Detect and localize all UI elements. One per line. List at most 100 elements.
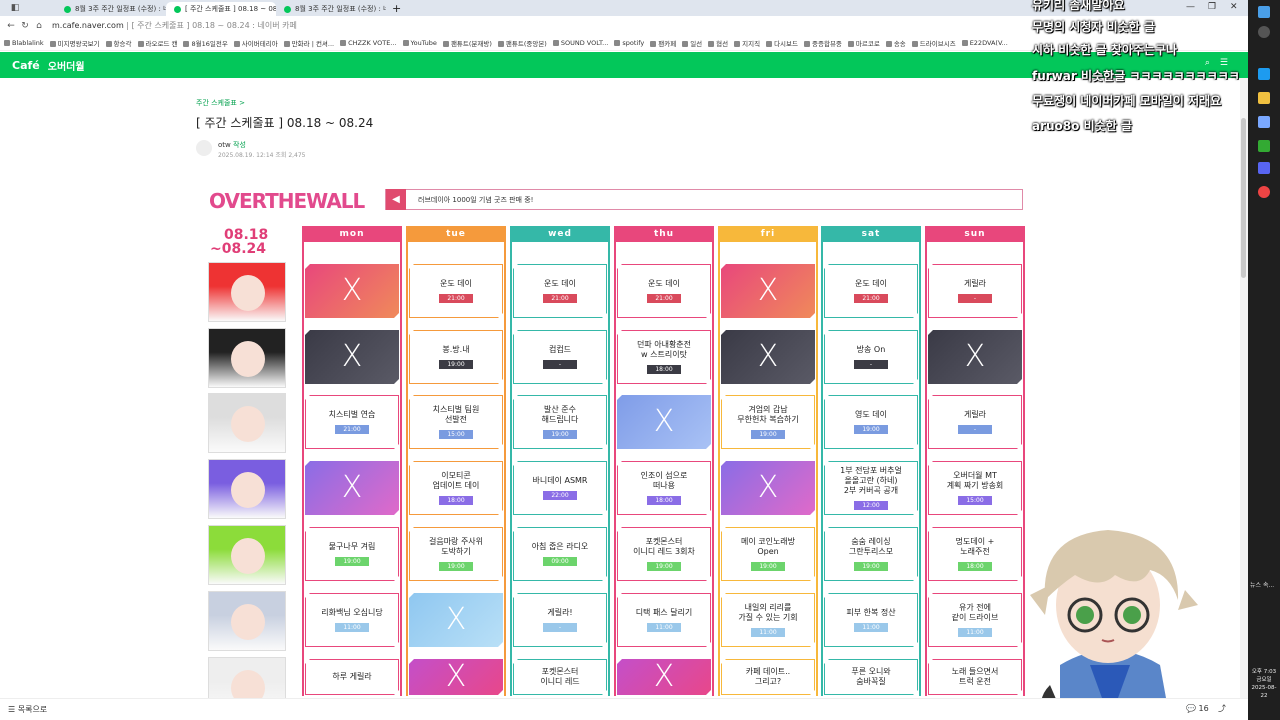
- bookmark-favicon-icon: [233, 40, 240, 47]
- reload-icon[interactable]: ↻: [18, 21, 32, 31]
- maximize-button[interactable]: ❐: [1208, 2, 1216, 12]
- schedule-cell: 게릴라 -: [928, 264, 1022, 318]
- windows-start-icon[interactable]: [1258, 6, 1270, 18]
- bookmark-item[interactable]: 마르코로: [847, 38, 880, 48]
- bookmark-item[interactable]: 지지직: [734, 38, 760, 48]
- discord-icon[interactable]: [1258, 162, 1270, 174]
- bookmark-item[interactable]: YouTube: [402, 39, 437, 47]
- bookmark-item[interactable]: 8월16일전우: [183, 38, 228, 48]
- url-field[interactable]: m.cafe.naver.com | [ 주간 스케줄표 ] 08.18 ~ 0…: [52, 20, 297, 31]
- naver-cafe-favicon: [174, 5, 181, 13]
- minimize-button[interactable]: —: [1186, 2, 1195, 12]
- bookmark-favicon-icon: [911, 40, 918, 47]
- twitter-icon[interactable]: [1258, 68, 1270, 80]
- bookmark-item[interactable]: 팬튜트(분재방): [442, 38, 492, 48]
- new-tab-button[interactable]: +: [392, 2, 401, 15]
- schedule-cell-off: X: [409, 593, 503, 647]
- bookmark-favicon-icon: [885, 40, 892, 47]
- back-icon[interactable]: ←: [4, 21, 18, 31]
- megaphone-icon: ◀: [386, 189, 406, 210]
- post-author[interactable]: otw 작성: [218, 140, 246, 150]
- list-button[interactable]: ☰ 목록으로: [8, 704, 47, 715]
- close-window-button[interactable]: ✕: [1230, 2, 1238, 12]
- bookmark-item[interactable]: 라오로드 캔: [137, 38, 177, 48]
- bookmark-label: 사이버테리아: [241, 39, 278, 48]
- schedule-cell: 내일의 리리를 가질 수 있는 기회 11:00: [721, 593, 815, 647]
- schedule-title: 운도 데이: [648, 279, 680, 288]
- schedule-title: 하루 게릴라: [332, 672, 372, 681]
- os-taskbar: 뉴스 속... 오후 7:03 금요일 2025-08-22: [1248, 0, 1280, 720]
- bookmark-item[interactable]: 일선: [682, 38, 702, 48]
- app-icon[interactable]: [1258, 92, 1270, 104]
- date-start: 08.18: [224, 227, 269, 243]
- notice-banner: ◀ 러브데이아 1000일 기념 굿즈 판매 중!: [385, 189, 1023, 210]
- schedule-cell: 1부 전담포 버추얼 올올고란 (하네) 2부 커버곡 공개 12:00: [824, 461, 918, 515]
- bookmark-label: spotify: [622, 38, 645, 47]
- cafe-name[interactable]: 오버더월: [48, 58, 85, 73]
- schedule-cell: 걸음마랑 주사위 도박하기 19:00: [409, 527, 503, 581]
- bookmark-item[interactable]: Blablalink: [4, 39, 44, 47]
- bookmark-item[interactable]: CHZZK VOTE...: [340, 39, 397, 47]
- bookmark-item[interactable]: E22DVA(V...: [961, 39, 1008, 47]
- home-icon[interactable]: ⌂: [32, 21, 46, 31]
- browser-menu-icon[interactable]: ◧: [8, 3, 22, 13]
- overthewall-logo: OVERTHEWALL: [209, 189, 365, 213]
- browser-tab-active[interactable]: [ 주간 스케줄표 ] 08.18 ~ 08.24: [166, 2, 276, 16]
- schedule-time: -: [543, 623, 577, 632]
- schedule-title: 발산 준수 해드립니다: [541, 405, 579, 424]
- schedule-time: 12:00: [854, 501, 888, 510]
- member-face: [231, 472, 265, 508]
- bookmark-item[interactable]: 다시보드: [766, 38, 798, 48]
- bookmark-item[interactable]: spotify: [614, 39, 644, 47]
- bookmark-label: 협선: [716, 39, 729, 48]
- page-scrollbar[interactable]: [1240, 78, 1248, 698]
- schedule-cell: 아침 줍은 라디오 09:00: [513, 527, 607, 581]
- bookmark-item[interactable]: 협선: [708, 38, 728, 48]
- schedule-cell: 물구나무 겨림 19:00: [305, 527, 399, 581]
- schedule-title: 겨엄의 갑납 무한헌차 복습하기: [737, 405, 799, 424]
- board-link[interactable]: 주간 스케줄표 >: [196, 98, 245, 108]
- bookmark-favicon-icon: [734, 40, 741, 47]
- bookmark-item[interactable]: 팬카페: [650, 38, 676, 48]
- bookmark-item[interactable]: 팬튜트(중앙본): [497, 38, 547, 48]
- comment-count: 16: [1198, 704, 1209, 713]
- schedule-cell: 바니데이 ASMR 22:00: [513, 461, 607, 515]
- day-header-tue: tue: [406, 226, 506, 242]
- bookmark-item[interactable]: 드라이브시즈: [911, 38, 956, 48]
- system-clock[interactable]: 오후 7:03 금요일 2025-08-22: [1249, 668, 1279, 700]
- bookmark-label: 팬튜트(중앙본): [505, 39, 547, 48]
- bookmark-item[interactable]: 만화라 | 컨셔...: [283, 38, 334, 48]
- bookmark-item[interactable]: 항승각: [105, 38, 132, 48]
- cafe-logo[interactable]: Café: [12, 59, 40, 72]
- search-icon[interactable]: [1258, 26, 1270, 38]
- day-header-thu: thu: [614, 226, 714, 242]
- bookmark-item[interactable]: 미지명왕국보기: [49, 38, 100, 48]
- schedule-title: 치스티벌 팀원 선발전: [432, 405, 480, 424]
- chrome-icon[interactable]: [1258, 186, 1270, 198]
- schedule-time: -: [854, 360, 888, 369]
- member-portrait: [208, 262, 286, 322]
- scrollbar-thumb[interactable]: [1241, 118, 1246, 278]
- app-icon[interactable]: [1258, 140, 1270, 152]
- member-face: [231, 406, 265, 442]
- comment-button[interactable]: 💬 16: [1186, 704, 1209, 713]
- browser-tab[interactable]: 8월 3주 주간 일정표 (수정) : 네: [56, 2, 166, 16]
- schedule-time: 21:00: [647, 294, 681, 303]
- schedule-title: 물구나무 겨림: [328, 542, 376, 551]
- app-icon[interactable]: [1258, 116, 1270, 128]
- naver-cafe-favicon: [64, 5, 71, 13]
- share-icon[interactable]: ⤴: [1218, 703, 1226, 714]
- browser-tab[interactable]: 8월 3주 주간 일정표 (수정) : 네이: [276, 2, 386, 16]
- news-widget[interactable]: 뉴스 속...: [1250, 580, 1274, 589]
- schedule-cell: 운도 데이 21:00: [513, 264, 607, 318]
- bookmark-item[interactable]: SOUND VOLT...: [552, 39, 608, 47]
- bookmark-item[interactable]: 중증합뷰중: [804, 38, 842, 48]
- chat-message: furwar 비슷한글 ㅋㅋㅋㅋㅋㅋㅋㅋㅋㅋ: [1032, 67, 1240, 84]
- schedule-cell: 컴컴드 -: [513, 330, 607, 384]
- schedule-time: 11:00: [335, 623, 369, 632]
- author-avatar[interactable]: [196, 140, 212, 156]
- bookmark-item[interactable]: 송송: [885, 38, 906, 48]
- schedule-cell: 운도 데이 21:00: [409, 264, 503, 318]
- bookmark-item[interactable]: 사이버테리아: [233, 38, 278, 48]
- schedule-time: 18:00: [647, 365, 681, 374]
